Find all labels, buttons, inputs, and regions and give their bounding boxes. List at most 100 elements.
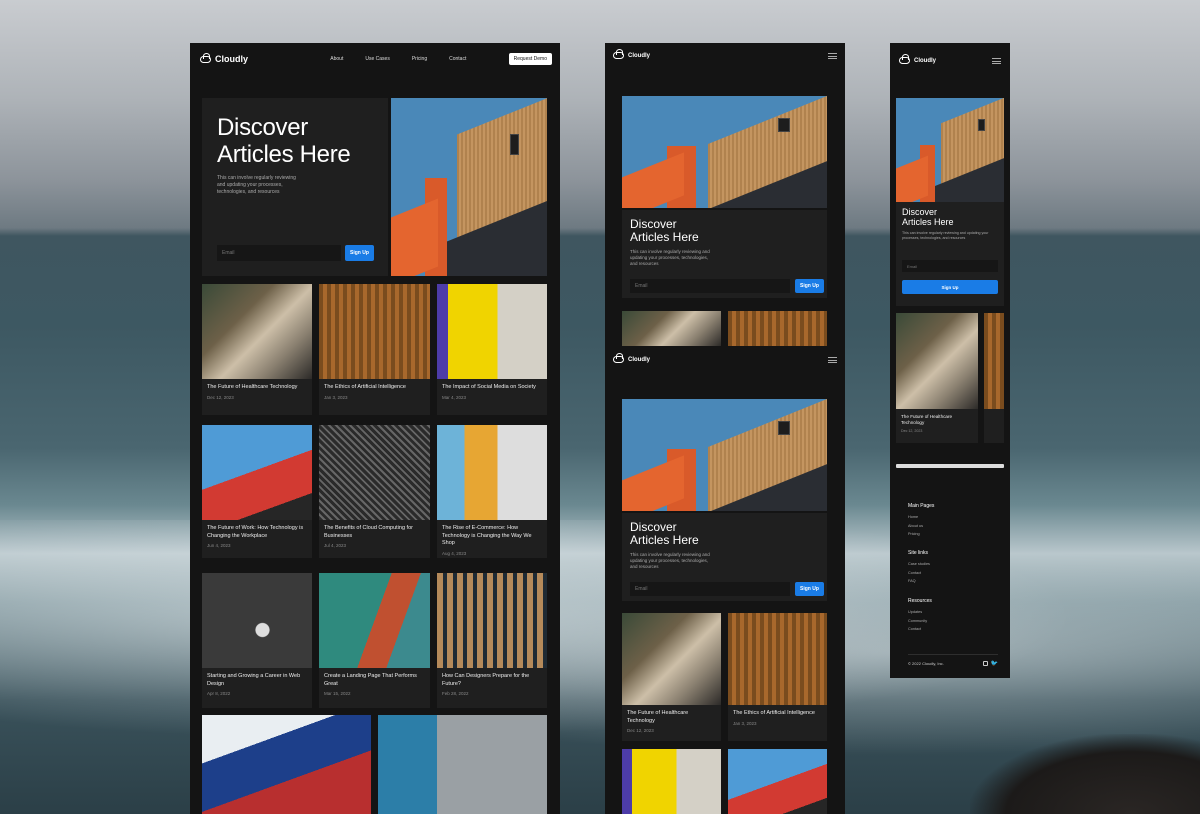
article-date: Dec 12, 2023: [627, 728, 654, 733]
footer-link-faq[interactable]: FAQ: [908, 577, 930, 586]
footer-resources: Resources Updates Community Contact: [908, 598, 932, 634]
tablet-mockup: Cloudly Discover Articles Here This can i…: [605, 43, 845, 814]
hero-subtitle: This can involve regularly reviewing and…: [630, 249, 710, 266]
article-date: Jul 4, 2023: [324, 543, 347, 548]
article-title: The Future of Healthcare Technology: [901, 414, 953, 425]
hero-image: [391, 98, 547, 276]
article-image: [437, 573, 547, 668]
sea-foam: [0, 520, 1200, 760]
article-card[interactable]: The Future of Work: How Technology is Ch…: [202, 425, 312, 558]
hero-card: Discover Articles Here This can involve r…: [622, 210, 827, 298]
brand-logo[interactable]: Cloudly: [899, 54, 936, 64]
signup-button[interactable]: Sign Up: [345, 245, 374, 261]
article-card[interactable]: The Ethics of Artificial Intelligence Ja…: [319, 284, 430, 415]
request-demo-button[interactable]: Request Demo: [508, 53, 552, 65]
menu-icon[interactable]: [828, 356, 837, 363]
signup-button[interactable]: Sign Up: [795, 279, 824, 293]
hero-title: Discover Articles Here: [630, 520, 699, 547]
hero-subtitle: This can involve regularly reviewing and…: [217, 175, 296, 195]
nav-links: About Use Cases Pricing Contact: [330, 56, 466, 62]
email-input[interactable]: [630, 582, 790, 596]
hero-card: Discover Articles Here This can involve r…: [622, 513, 827, 601]
hero-image: [622, 399, 827, 511]
article-image: [437, 425, 547, 520]
footer-link-about[interactable]: About us: [908, 522, 934, 531]
twitter-icon[interactable]: 🐦: [991, 660, 998, 667]
article-image: [728, 613, 827, 705]
signup-button[interactable]: Sign Up: [795, 582, 824, 596]
article-date: Mar 15, 2022: [324, 691, 351, 696]
article-image: [202, 284, 312, 379]
footer-main-pages: Main Pages Home About us Pricing: [908, 503, 934, 539]
brand-logo[interactable]: Cloudly: [613, 49, 650, 59]
hero: Discover Articles Here This can involve r…: [622, 399, 827, 601]
article-card[interactable]: The Future of Healthcare Technology Dec …: [622, 613, 721, 741]
article-title: Create a Landing Page That Performs Grea…: [324, 673, 417, 687]
article-image[interactable]: [202, 715, 371, 814]
email-input[interactable]: [902, 260, 998, 272]
footer-link-community[interactable]: Community: [908, 617, 932, 626]
hero-title: Discover Articles Here: [902, 207, 954, 227]
article-card[interactable]: The Benefits of Cloud Computing for Busi…: [319, 425, 430, 558]
article-image[interactable]: [622, 311, 721, 346]
article-image[interactable]: [728, 311, 827, 346]
copyright: © 2022 Cloudly, Inc.: [908, 661, 944, 666]
horizontal-scrollbar[interactable]: [896, 464, 1004, 468]
nav-link-use-cases[interactable]: Use Cases: [365, 56, 389, 62]
article-image: [896, 313, 978, 409]
article-title: The Benefits of Cloud Computing for Busi…: [324, 525, 413, 539]
nav-link-contact[interactable]: Contact: [449, 56, 466, 62]
footer-link-updates[interactable]: Updates: [908, 608, 932, 617]
signup-form: Sign Up: [630, 279, 824, 293]
brand-logo[interactable]: Cloudly: [200, 52, 248, 64]
hero: Discover Articles Here This can involve r…: [896, 98, 1004, 306]
article-image: [319, 425, 430, 520]
footer-site-links: Site links Case studies Contact FAQ: [908, 550, 930, 586]
instagram-icon[interactable]: [983, 661, 988, 666]
top-nav: Cloudly: [899, 54, 1001, 64]
signup-button[interactable]: Sign Up: [902, 280, 998, 294]
article-card[interactable]: How Can Designers Prepare for the Future…: [437, 573, 547, 708]
article-card[interactable]: Starting and Growing a Career in Web Des…: [202, 573, 312, 708]
menu-icon[interactable]: [992, 57, 1001, 64]
rock-foreground: [970, 734, 1200, 814]
top-nav: Cloudly: [613, 353, 837, 363]
hero-subtitle: This can involve regularly reviewing and…: [902, 231, 989, 240]
article-date: Apr 8, 2022: [207, 691, 231, 696]
nav-link-pricing[interactable]: Pricing: [412, 56, 427, 62]
article-image: [202, 573, 312, 668]
article-image[interactable]: [378, 715, 547, 814]
article-image[interactable]: [622, 749, 721, 814]
article-image: [319, 284, 430, 379]
mobile-mockup: Cloudly Discover Articles Here This can i…: [890, 43, 1010, 678]
hero-title: Discover Articles Here: [630, 217, 699, 244]
footer-link-case-studies[interactable]: Case studies: [908, 560, 930, 569]
article-date: Aug 4, 2023: [442, 550, 467, 556]
menu-icon[interactable]: [828, 52, 837, 59]
article-date: Jun 4, 2023: [207, 543, 231, 548]
footer-link-contact[interactable]: Contact: [908, 569, 930, 578]
article-image[interactable]: [728, 749, 827, 814]
hero-subtitle: This can involve regularly reviewing and…: [630, 552, 710, 569]
footer-link-home[interactable]: Home: [908, 513, 934, 522]
article-card[interactable]: The Rise of E-Commerce: How Technology i…: [437, 425, 547, 558]
email-input[interactable]: [217, 245, 341, 261]
article-card[interactable]: [984, 313, 1004, 443]
email-input[interactable]: [630, 279, 790, 293]
article-title: The Future of Healthcare Technology: [627, 710, 689, 724]
signup-form: Sign Up: [217, 245, 374, 261]
footer-link-pricing[interactable]: Pricing: [908, 530, 934, 539]
brand-logo[interactable]: Cloudly: [613, 353, 650, 363]
nav-link-about[interactable]: About: [330, 56, 343, 62]
article-card[interactable]: The Future of Healthcare Technology Dec …: [896, 313, 978, 443]
article-date: Dec 12, 2023: [901, 429, 923, 433]
article-date: Jan 3, 2023: [733, 720, 757, 726]
article-card[interactable]: The Impact of Social Media on Society Ma…: [437, 284, 547, 415]
article-title: The Impact of Social Media on Society: [442, 384, 536, 390]
article-card[interactable]: The Ethics of Artificial Intelligence Ja…: [728, 613, 827, 741]
footer-link-contact-2[interactable]: Contact: [908, 625, 932, 634]
hero-card: Discover Articles Here This can involve r…: [202, 98, 388, 276]
article-card[interactable]: Create a Landing Page That Performs Grea…: [319, 573, 430, 708]
article-card[interactable]: The Future of Healthcare Technology Dec …: [202, 284, 312, 415]
footer-divider: [908, 654, 998, 655]
